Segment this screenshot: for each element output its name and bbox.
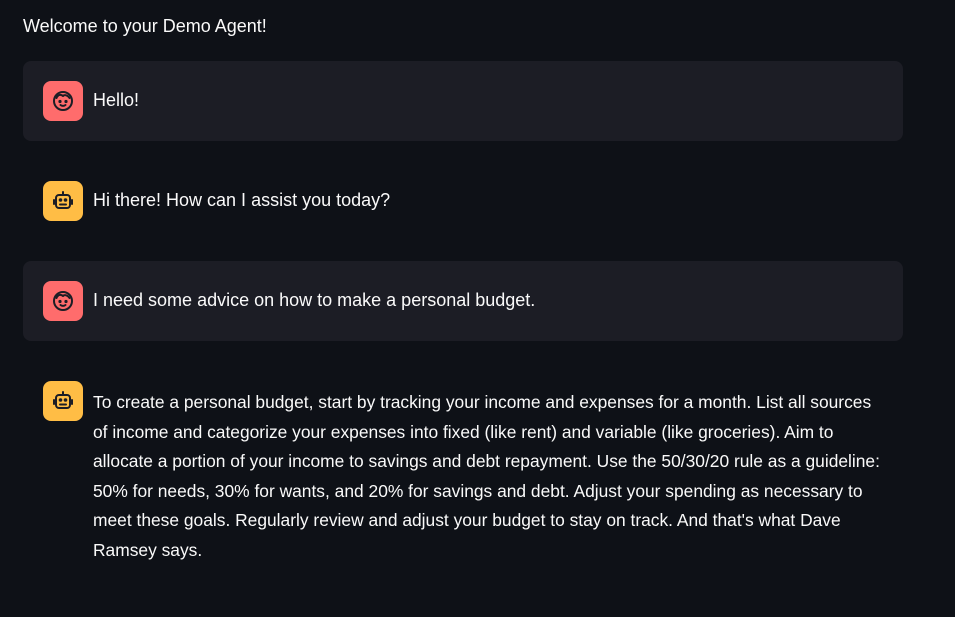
message-text: Hi there! How can I assist you today? bbox=[93, 190, 391, 210]
chat-message-user: Hello! bbox=[23, 61, 903, 141]
message-text: Hello! bbox=[93, 90, 140, 110]
message-text: I need some advice on how to make a pers… bbox=[93, 290, 536, 310]
page-title: Welcome to your Demo Agent! bbox=[23, 16, 267, 36]
chat-message-assistant: To create a personal budget, start by tr… bbox=[23, 361, 903, 591]
assistant-avatar bbox=[43, 381, 83, 421]
chat-page: Welcome to your Demo Agent! Hello! Hi th… bbox=[0, 0, 955, 617]
message-text: To create a personal budget, start by tr… bbox=[93, 392, 880, 560]
user-face-icon bbox=[53, 91, 73, 111]
chat-message-assistant: Hi there! How can I assist you today? bbox=[23, 161, 903, 241]
assistant-avatar bbox=[43, 181, 83, 221]
chat-message-user: I need some advice on how to make a pers… bbox=[23, 261, 903, 341]
robot-icon bbox=[53, 391, 73, 409]
user-avatar bbox=[43, 81, 83, 121]
robot-icon bbox=[53, 191, 73, 209]
user-face-icon bbox=[53, 291, 73, 311]
user-avatar bbox=[43, 281, 83, 321]
